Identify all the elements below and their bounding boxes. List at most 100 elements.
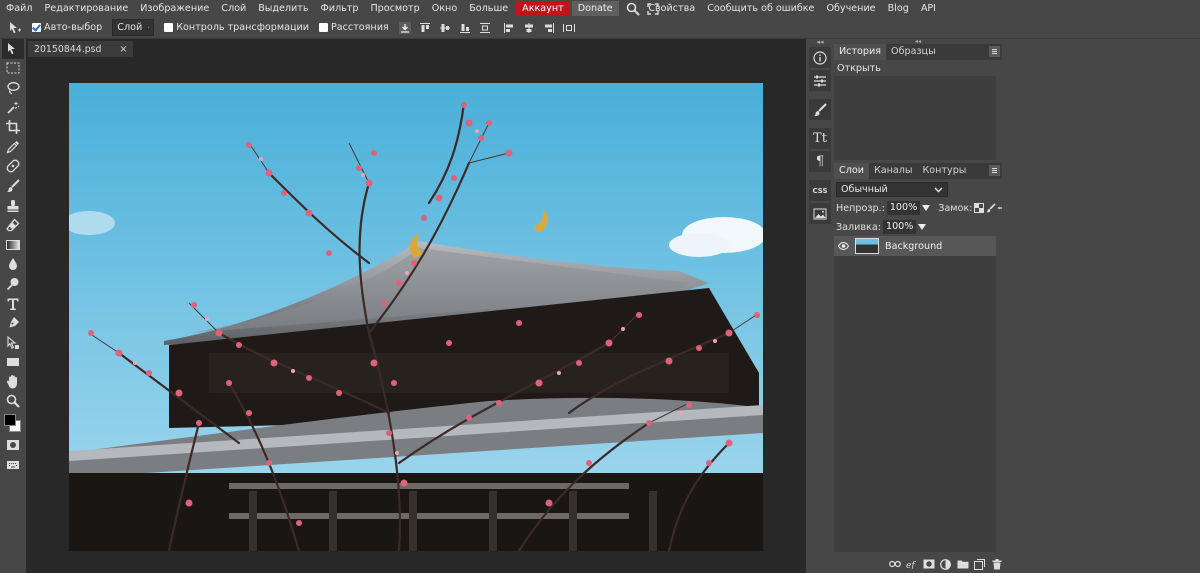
align-top-icon[interactable] — [415, 19, 435, 37]
brush-icon — [7, 179, 20, 192]
css-panel-button[interactable]: CSS — [809, 180, 831, 201]
image-panel-button[interactable] — [809, 203, 831, 224]
move-tool-options-icon — [4, 19, 26, 37]
link-properties[interactable]: Свойства — [642, 0, 701, 17]
layer-thumbnail — [855, 238, 879, 254]
link-api[interactable]: API — [915, 0, 942, 17]
move-tool[interactable] — [2, 39, 24, 59]
document-tab[interactable]: 20150844.psd × — [28, 41, 134, 57]
opacity-input[interactable]: 100% — [886, 201, 921, 215]
magic-wand-tool[interactable] — [2, 98, 24, 118]
clone-stamp-tool[interactable] — [2, 196, 24, 216]
layers-panel-menu-icon[interactable] — [989, 165, 1000, 176]
lock-transparency-icon[interactable] — [974, 203, 985, 213]
menu-view[interactable]: Просмотр — [364, 0, 425, 17]
transform-controls-checkbox[interactable]: Контроль трансформации — [164, 22, 309, 33]
panel-grip[interactable]: ◂◂ — [816, 39, 823, 46]
crop-tool[interactable] — [2, 117, 24, 137]
distribute-horizontal-icon[interactable] — [559, 19, 579, 37]
type-tool[interactable] — [2, 294, 24, 314]
auto-select-check[interactable] — [32, 23, 41, 32]
align-right-icon[interactable] — [539, 19, 559, 37]
color-swatches[interactable] — [2, 411, 24, 435]
eyedropper-tool[interactable] — [2, 137, 24, 157]
blend-mode-dropdown[interactable]: Обычный — [836, 182, 948, 197]
auto-select-target-dropdown[interactable]: Слой — [112, 19, 155, 36]
options-bar: Авто-выбор Слой Контроль трансформации Р… — [0, 17, 1200, 39]
download-icon[interactable] — [395, 19, 415, 37]
gradient-tool[interactable] — [2, 235, 24, 255]
tab-swatches[interactable]: Образцы — [886, 44, 941, 60]
history-item[interactable]: Открыть — [834, 62, 996, 76]
tab-layers[interactable]: Слои — [834, 163, 869, 179]
brush-tool[interactable] — [2, 176, 24, 196]
pen-tool[interactable] — [2, 313, 24, 333]
tab-channels[interactable]: Каналы — [869, 163, 918, 179]
donate-button[interactable]: Donate — [571, 1, 619, 16]
document-canvas[interactable] — [69, 83, 763, 551]
fill-input[interactable]: 100% — [882, 220, 917, 234]
layers-footer-toolbar: ef — [888, 558, 1003, 570]
quick-mask-tool[interactable] — [2, 435, 24, 455]
distances-label: Расстояния — [330, 22, 389, 33]
tab-paths[interactable]: Контуры — [918, 163, 972, 179]
link-report-bug[interactable]: Сообщить об ошибке — [701, 0, 820, 17]
blur-tool[interactable] — [2, 255, 24, 275]
eye-icon[interactable] — [838, 242, 849, 250]
shape-tool[interactable] — [2, 353, 24, 373]
menu-window[interactable]: Окно — [426, 0, 464, 17]
align-left-icon[interactable] — [499, 19, 519, 37]
dodge-tool[interactable] — [2, 274, 24, 294]
transform-controls-check[interactable] — [164, 23, 174, 32]
adjustments-panel-button[interactable] — [809, 70, 831, 91]
menu-select[interactable]: Выделить — [252, 0, 314, 17]
screen-mode-tool[interactable] — [2, 455, 24, 475]
hand-tool[interactable] — [2, 372, 24, 392]
lock-pixels-icon[interactable] — [986, 203, 997, 213]
layer-mask-icon[interactable] — [922, 558, 935, 570]
account-button[interactable]: Аккаунт — [516, 1, 570, 16]
menu-more[interactable]: Больше — [463, 0, 514, 17]
brush-settings-button[interactable] — [809, 99, 831, 120]
zoom-tool[interactable] — [2, 392, 24, 412]
menu-image[interactable]: Изображение — [134, 0, 215, 17]
foreground-color-swatch[interactable] — [4, 414, 16, 427]
hand-icon — [6, 375, 17, 389]
paragraph-panel-button[interactable]: ¶ — [809, 151, 831, 172]
opacity-dropdown-icon[interactable] — [922, 205, 931, 211]
new-group-icon[interactable] — [956, 558, 969, 570]
tools-panel — [0, 39, 26, 573]
distribute-vertical-icon[interactable] — [475, 19, 495, 37]
eraser-tool[interactable] — [2, 215, 24, 235]
link-blog[interactable]: Blog — [882, 0, 915, 17]
menu-edit[interactable]: Редактирование — [39, 0, 135, 17]
menu-filter[interactable]: Фильтр — [315, 0, 365, 17]
link-layers-icon[interactable] — [888, 558, 901, 570]
layer-row[interactable]: Background — [834, 236, 996, 256]
adjustment-layer-icon[interactable] — [939, 558, 952, 570]
marquee-tool[interactable] — [2, 59, 24, 79]
tab-history[interactable]: История — [834, 44, 887, 60]
menu-layer[interactable]: Слой — [215, 0, 252, 17]
lasso-tool[interactable] — [2, 78, 24, 98]
character-panel-button[interactable]: Tt — [809, 128, 831, 149]
layer-effects-icon[interactable]: ef — [905, 558, 918, 570]
new-layer-icon[interactable] — [973, 558, 986, 570]
history-panel-menu-icon[interactable] — [989, 46, 1000, 57]
close-document-icon[interactable]: × — [119, 44, 127, 55]
healing-brush-tool[interactable] — [2, 157, 24, 177]
fill-dropdown-icon[interactable] — [918, 224, 927, 230]
path-selection-tool[interactable] — [2, 333, 24, 353]
link-learn[interactable]: Обучение — [820, 0, 881, 17]
align-center-icon[interactable] — [519, 19, 539, 37]
eraser-icon — [6, 218, 20, 232]
search-icon[interactable] — [623, 0, 643, 17]
rectangle-icon — [7, 358, 19, 367]
auto-select-checkbox[interactable]: Авто-выбор — [32, 22, 102, 33]
align-middle-icon[interactable] — [435, 19, 455, 37]
menu-file[interactable]: Файл — [0, 0, 39, 17]
distances-check[interactable] — [318, 23, 328, 32]
distances-checkbox[interactable]: Расстояния — [318, 22, 389, 33]
align-bottom-icon[interactable] — [455, 19, 475, 37]
info-panel-button[interactable] — [809, 47, 831, 68]
